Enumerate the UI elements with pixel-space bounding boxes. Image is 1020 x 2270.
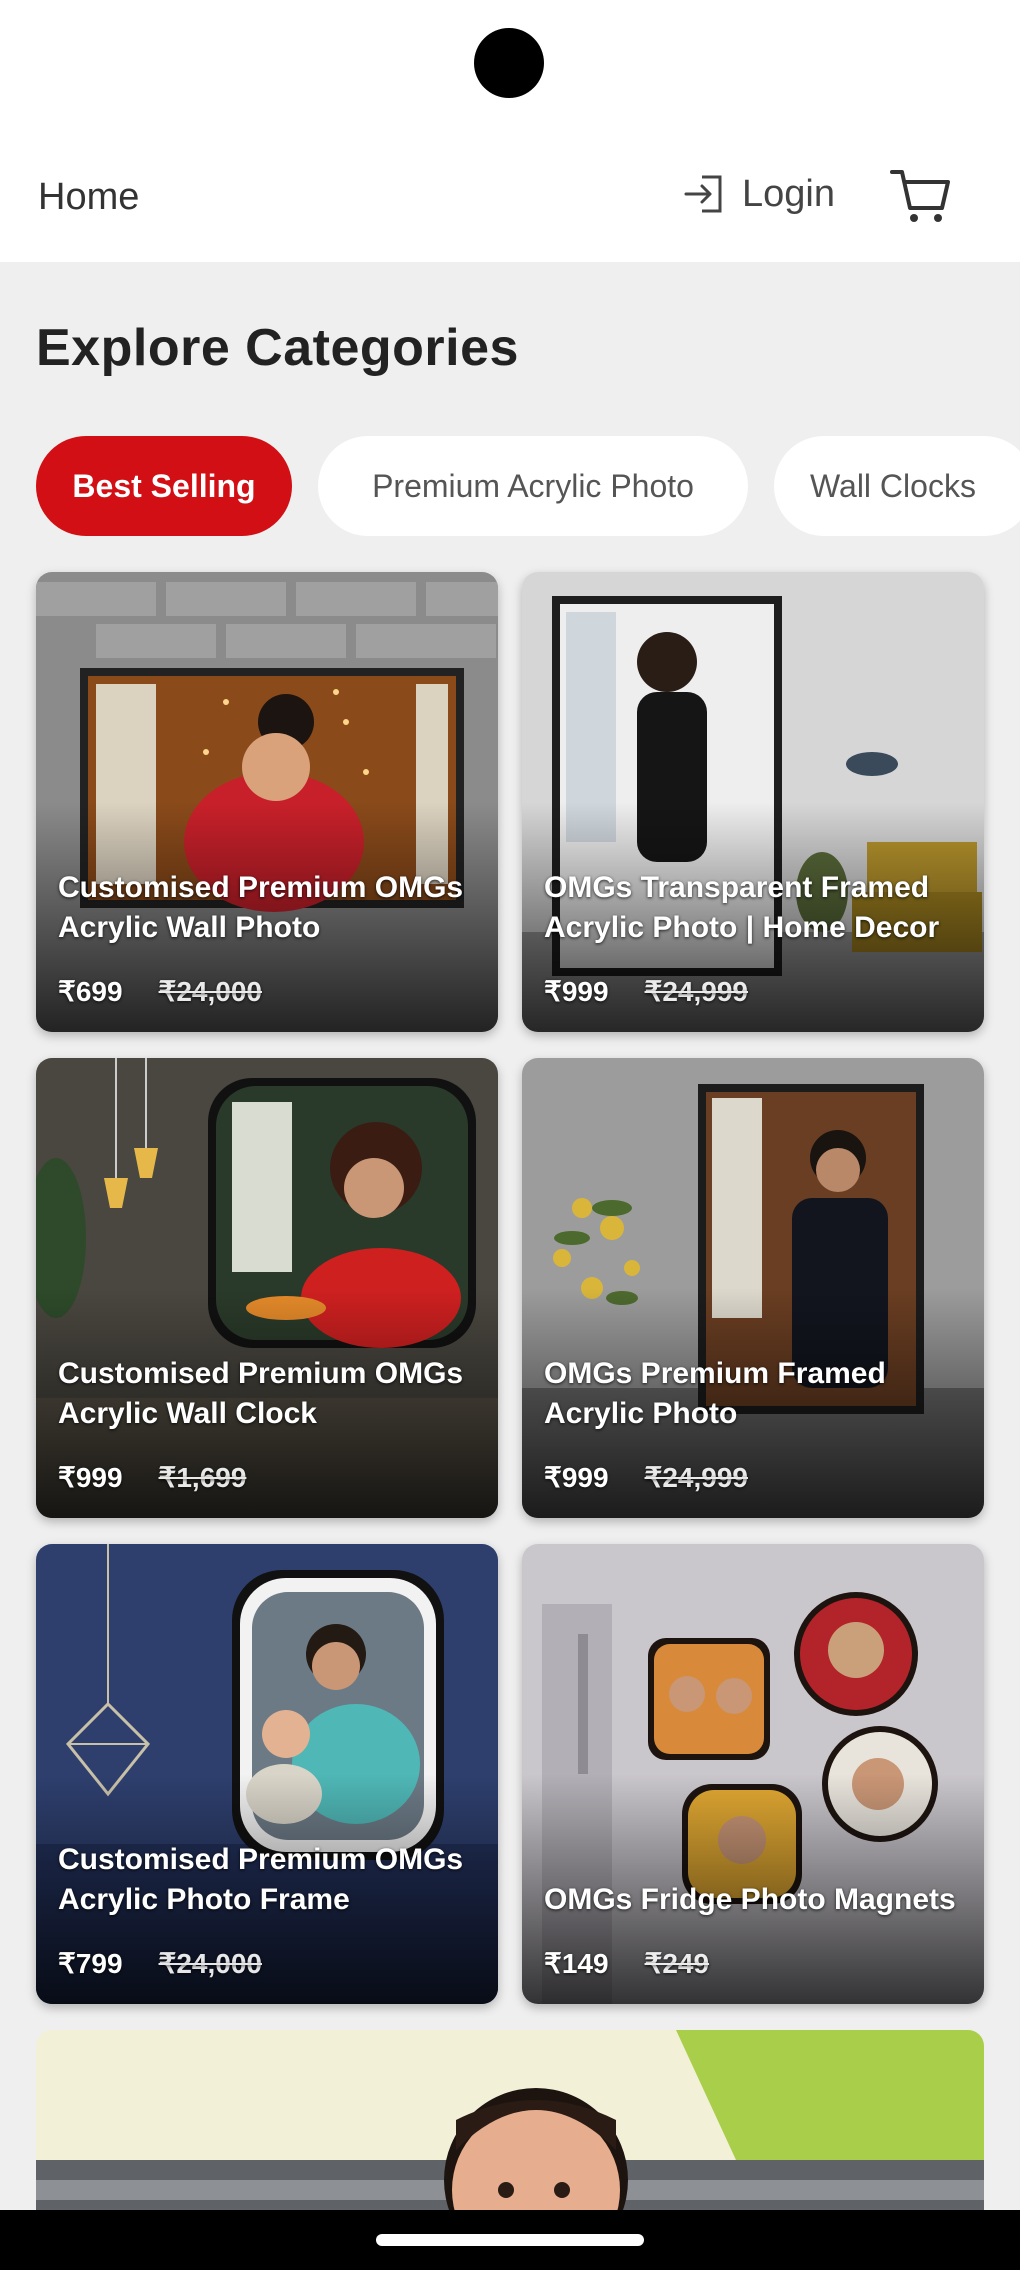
product-prices: ₹999 ₹24,999 xyxy=(544,1461,748,1494)
home-link[interactable]: Home xyxy=(38,176,139,219)
product-price: ₹799 xyxy=(58,1948,123,1979)
chip-best-selling[interactable]: Best Selling xyxy=(36,436,292,536)
product-card[interactable]: Customised Premium OMGs Acrylic Wall Pho… xyxy=(36,572,498,1032)
login-label: Login xyxy=(742,172,835,215)
login-button[interactable]: Login xyxy=(680,164,835,224)
section-title: Explore Categories xyxy=(36,319,519,377)
product-title: Customised Premium OMGs Acrylic Photo Fr… xyxy=(58,1843,464,1916)
product-price: ₹999 xyxy=(544,1462,609,1493)
product-title: Customised Premium OMGs Acrylic Wall Pho… xyxy=(58,871,464,944)
app-header: Home Login xyxy=(0,140,1020,262)
promo-banner[interactable] xyxy=(36,2030,984,2240)
home-gesture-handle[interactable] xyxy=(376,2234,644,2246)
product-card[interactable]: OMGs Premium Framed Acrylic Photo ₹999 ₹… xyxy=(522,1058,984,1518)
system-nav-bar xyxy=(0,2210,1020,2270)
banner-image xyxy=(36,2030,984,2240)
product-prices: ₹999 ₹1,699 xyxy=(58,1461,246,1494)
product-mrp: ₹249 xyxy=(644,1948,710,1979)
product-price: ₹149 xyxy=(544,1948,609,1979)
cart-icon[interactable] xyxy=(888,164,954,230)
chip-wall-clocks[interactable]: Wall Clocks xyxy=(774,436,1020,536)
product-price: ₹699 xyxy=(58,976,123,1007)
product-mrp: ₹24,000 xyxy=(158,976,262,1007)
product-title: OMGs Transparent Framed Acrylic Photo | … xyxy=(544,871,940,944)
product-prices: ₹149 ₹249 xyxy=(544,1947,709,1980)
login-icon xyxy=(684,175,722,213)
product-title: Customised Premium OMGs Acrylic Wall Clo… xyxy=(58,1357,464,1430)
product-prices: ₹999 ₹24,999 xyxy=(544,975,748,1008)
product-price: ₹999 xyxy=(58,1462,123,1493)
chip-premium-acrylic-photo[interactable]: Premium Acrylic Photo xyxy=(318,436,748,536)
product-title: OMGs Premium Framed Acrylic Photo xyxy=(544,1357,886,1430)
product-mrp: ₹24,000 xyxy=(158,1948,262,1979)
product-card[interactable]: Customised Premium OMGs Acrylic Photo Fr… xyxy=(36,1544,498,2004)
product-card[interactable]: Customised Premium OMGs Acrylic Wall Clo… xyxy=(36,1058,498,1518)
product-title: OMGs Fridge Photo Magnets xyxy=(544,1883,956,1916)
product-card[interactable]: OMGs Fridge Photo Magnets ₹149 ₹249 xyxy=(522,1544,984,2004)
status-bar xyxy=(0,0,1020,140)
product-prices: ₹699 ₹24,000 xyxy=(58,975,262,1008)
product-mrp: ₹24,999 xyxy=(644,1462,748,1493)
product-prices: ₹799 ₹24,000 xyxy=(58,1947,262,1980)
category-chips: Best Selling Premium Acrylic Photo Wall … xyxy=(36,436,1020,536)
product-mrp: ₹1,699 xyxy=(158,1462,247,1493)
camera-cutout xyxy=(474,28,544,98)
product-card[interactable]: OMGs Transparent Framed Acrylic Photo | … xyxy=(522,572,984,1032)
product-mrp: ₹24,999 xyxy=(644,976,748,1007)
product-price: ₹999 xyxy=(544,976,609,1007)
